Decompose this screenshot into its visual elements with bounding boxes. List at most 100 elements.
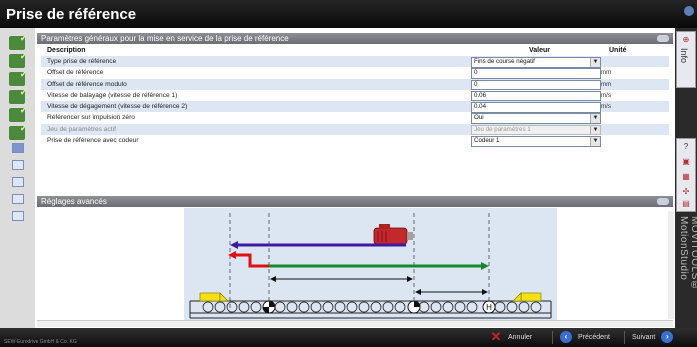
title-bar: Prise de référence bbox=[0, 0, 697, 28]
param-unit: mm bbox=[601, 80, 612, 88]
step-pending-icon[interactable] bbox=[12, 177, 24, 187]
param-unit: m/s bbox=[601, 91, 611, 99]
info-tab[interactable]: ⊕ Info bbox=[676, 31, 696, 88]
table-row: Type prise de référence Fins de course n… bbox=[41, 56, 669, 68]
table-row: Jeu de paramètres actif Jeu de paramètre… bbox=[41, 123, 669, 136]
reference-offset-modulo-input[interactable]: 0 bbox=[471, 79, 601, 91]
param-unit: mm bbox=[601, 69, 612, 77]
table-row: Référencer sur impulsion zéro Oui ▼ bbox=[41, 112, 669, 124]
previous-label: Précédent bbox=[578, 334, 610, 341]
home-position-marker-icon: H bbox=[482, 300, 496, 314]
param-unit: m/s bbox=[601, 103, 611, 111]
close-icon: ✕ bbox=[490, 329, 502, 345]
copyright-text: SEW-Eurodrive GmbH & Co. KG bbox=[4, 339, 77, 345]
table-row: Vitesse de balayage (vitesse de référenc… bbox=[41, 90, 669, 102]
motor-icon bbox=[373, 224, 413, 245]
step-complete-icon[interactable] bbox=[9, 51, 28, 68]
select-value: Oui bbox=[474, 114, 484, 122]
column-description: Description bbox=[47, 47, 86, 54]
step-complete-icon[interactable] bbox=[9, 87, 28, 104]
collapse-icon[interactable] bbox=[657, 35, 669, 42]
table-row: Offset de référence 0 mm bbox=[41, 67, 669, 79]
tools-tab[interactable]: ? ▣ ▦ ✣ ▤ bbox=[676, 138, 696, 212]
info-tab-label: Info bbox=[679, 48, 689, 64]
horizontal-scrollbar[interactable] bbox=[37, 320, 673, 327]
zero-pulse-marker-icon bbox=[262, 300, 276, 314]
reference-diagram-svg: H bbox=[189, 213, 552, 319]
svg-text:H: H bbox=[486, 303, 492, 312]
step-complete-icon[interactable] bbox=[9, 123, 28, 140]
input-value: 0 bbox=[474, 69, 478, 77]
parameter-table: Description Valeur Unité Type prise de r… bbox=[41, 46, 669, 147]
next-button[interactable]: Suivant › bbox=[632, 330, 674, 345]
step-pending-icon[interactable] bbox=[12, 211, 24, 221]
divider bbox=[552, 331, 553, 344]
scan-speed-input[interactable]: 0.06 bbox=[471, 90, 601, 102]
param-label: Type prise de référence bbox=[47, 58, 117, 65]
previous-button[interactable]: ‹ Précédent bbox=[560, 330, 610, 345]
table-header: Description Valeur Unité bbox=[41, 46, 669, 56]
arrow-right-icon: › bbox=[661, 331, 674, 344]
cancel-label: Annuler bbox=[508, 334, 533, 341]
param-label: Offset de référence modulo bbox=[47, 80, 127, 88]
chevron-down-icon: ▼ bbox=[590, 125, 600, 135]
table-row: Prise de référence avec codeur Codeur 1 ▼ bbox=[41, 135, 669, 147]
release-travel-arrow bbox=[231, 253, 269, 268]
step-pending-icon[interactable] bbox=[12, 160, 24, 170]
input-value: 0.06 bbox=[474, 91, 487, 99]
table-row: Vitesse de dégagement (vitesse de référe… bbox=[41, 101, 669, 113]
info-icon: ⊕ bbox=[682, 35, 690, 44]
advanced-section-title: Réglages avancés bbox=[41, 197, 107, 206]
table-row: Offset de référence modulo 0 mm bbox=[41, 78, 669, 91]
release-speed-input[interactable]: 0.04 bbox=[471, 102, 601, 113]
advanced-section-header[interactable]: Réglages avancés bbox=[37, 196, 673, 207]
param-label: Vitesse de dégagement (vitesse de référe… bbox=[47, 103, 188, 111]
select-value: Fins de course négatif bbox=[474, 58, 535, 65]
current-step-icon[interactable] bbox=[12, 143, 24, 153]
window-menu-icon[interactable] bbox=[684, 6, 694, 16]
footer-bar: SEW-Eurodrive GmbH & Co. KG ✕ Annuler ‹ Pr… bbox=[0, 328, 697, 347]
parameter-set-select: Jeu de paramètres 1 ▼ bbox=[471, 124, 601, 136]
vertical-scrollbar[interactable] bbox=[668, 211, 674, 319]
step-complete-icon[interactable] bbox=[9, 69, 28, 86]
step-complete-icon[interactable] bbox=[9, 105, 28, 122]
help-icon[interactable]: ? bbox=[681, 142, 691, 152]
left-limit-switch-icon bbox=[199, 292, 229, 302]
right-limit-switch-icon bbox=[512, 292, 542, 302]
select-value: Jeu de paramètres 1 bbox=[474, 125, 531, 133]
arrow-head-icon bbox=[230, 241, 238, 249]
param-label: Prise de référence avec codeur bbox=[47, 137, 139, 145]
input-value: 0.04 bbox=[474, 103, 487, 111]
param-label: Jeu de paramètres actif bbox=[47, 125, 116, 133]
next-label: Suivant bbox=[632, 334, 656, 341]
select-value: Codeur 1 bbox=[474, 137, 500, 145]
column-value: Valeur bbox=[529, 47, 551, 54]
zero-pulse-select[interactable]: Oui ▼ bbox=[471, 113, 601, 124]
general-section-header: Paramètres généraux pour la mise en serv… bbox=[37, 33, 673, 44]
encoder-select[interactable]: Codeur 1 ▼ bbox=[471, 136, 601, 147]
input-value: 0 bbox=[474, 80, 478, 88]
param-label: Vitesse de balayage (vitesse de référenc… bbox=[47, 91, 178, 99]
step-complete-icon[interactable] bbox=[9, 33, 28, 50]
chevron-down-icon[interactable]: ▼ bbox=[590, 58, 600, 67]
arrow-head-icon bbox=[228, 251, 236, 259]
expand-icon[interactable] bbox=[657, 198, 669, 205]
cancel-button[interactable]: ✕ Annuler bbox=[490, 329, 533, 345]
divider bbox=[624, 331, 625, 344]
right-sidebar: ⊕ Info ? ▣ ▦ ✣ ▤ MOVITOOLS® MotionStudio bbox=[675, 28, 697, 347]
column-unit: Unité bbox=[609, 47, 627, 54]
arrow-head-icon bbox=[481, 262, 489, 270]
arrow-left-icon: ‹ bbox=[560, 331, 572, 344]
tool-icon[interactable]: ✣ bbox=[681, 187, 691, 197]
tool-icon[interactable]: ▤ bbox=[681, 199, 691, 209]
tool-icon[interactable]: ▣ bbox=[681, 157, 691, 167]
reference-offset-input[interactable]: 0 bbox=[471, 68, 601, 79]
chevron-down-icon[interactable]: ▼ bbox=[590, 114, 600, 123]
step-pending-icon[interactable] bbox=[12, 194, 24, 204]
window-title: Prise de référence bbox=[6, 6, 137, 23]
general-section-title: Paramètres généraux pour la mise en serv… bbox=[41, 34, 289, 43]
reference-type-select[interactable]: Fins de course négatif ▼ bbox=[471, 57, 601, 68]
chevron-down-icon[interactable]: ▼ bbox=[590, 137, 600, 146]
conveyor-rail bbox=[189, 300, 552, 319]
tool-icon[interactable]: ▦ bbox=[681, 172, 691, 182]
